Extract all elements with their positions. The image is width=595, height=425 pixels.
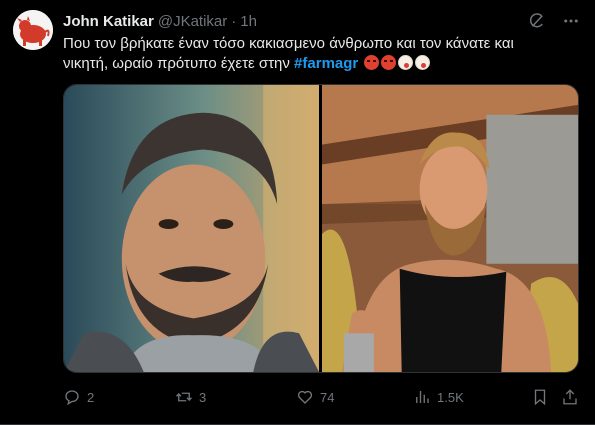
like-button[interactable]: 74 <box>296 388 334 406</box>
tweet-text-line2: νικητή, ωραίο πρότυπο έχετε στην <box>63 55 295 72</box>
hashtag-link[interactable]: #farmagr <box>294 55 358 72</box>
tweet-text: Που τον βρήκατε έναν τόσο κακιασμενο άνθ… <box>63 34 583 74</box>
grok-icon[interactable] <box>527 11 547 31</box>
tweet-header-actions <box>527 11 581 31</box>
bookmark-icon <box>534 389 546 406</box>
share-button[interactable] <box>561 388 585 406</box>
views-icon <box>416 391 429 403</box>
clown-face-emoji <box>415 55 431 70</box>
repost-icon <box>176 392 192 402</box>
heart-icon <box>297 390 313 404</box>
tweet-timestamp[interactable]: 1h <box>240 13 257 30</box>
separator-dot: · <box>231 12 237 30</box>
angry-face-emoji <box>381 55 397 70</box>
reply-icon <box>65 390 79 406</box>
more-icon[interactable] <box>561 11 581 31</box>
man-with-beard-turtleneck-photo[interactable] <box>64 85 319 372</box>
tweet-text-line1: Που τον βρήκατε έναν τόσο κακιασμενο άνθ… <box>63 35 514 52</box>
author-handle[interactable]: @JKatikar <box>158 13 227 30</box>
reply-count: 2 <box>87 389 95 405</box>
tweet-card[interactable]: John Katikar @JKatikar · 1h Που τον βρήκ… <box>0 0 595 425</box>
bearded-man-in-barn-photo[interactable] <box>322 85 578 372</box>
author-name[interactable]: John Katikar <box>63 13 154 30</box>
angry-face-emoji <box>364 55 380 70</box>
tweet-media[interactable] <box>63 84 579 373</box>
repost-count: 3 <box>199 389 207 405</box>
views-button[interactable]: 1.5K <box>413 388 464 406</box>
view-count: 1.5K <box>437 389 464 405</box>
avatar[interactable] <box>13 10 53 50</box>
repost-button[interactable]: 3 <box>175 388 206 406</box>
tweet-header: John Katikar @JKatikar · 1h <box>63 12 257 30</box>
clown-face-emoji <box>398 55 414 70</box>
bookmark-button[interactable] <box>531 388 555 406</box>
tweet-actions: 2 3 74 1.5K <box>63 386 579 408</box>
share-icon <box>563 389 577 405</box>
reply-button[interactable]: 2 <box>63 388 94 406</box>
like-count: 74 <box>320 389 335 405</box>
